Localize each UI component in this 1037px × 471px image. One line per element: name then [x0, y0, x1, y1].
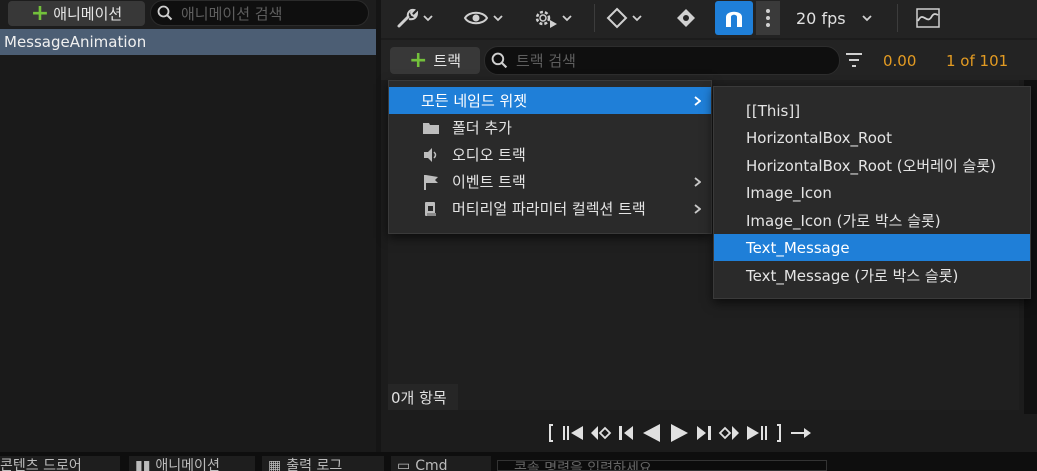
item-count-label: 0개 항목: [388, 384, 458, 410]
fps-dropdown[interactable]: 20 fps: [796, 2, 872, 34]
skip-to-end-icon[interactable]: [746, 424, 768, 442]
curve-editor-icon: [916, 8, 940, 28]
menu-item-label: 이벤트 트랙: [452, 173, 526, 191]
playback-options-dropdown[interactable]: [532, 2, 572, 34]
tools-dropdown[interactable]: [395, 2, 433, 34]
add-animation-button[interactable]: + 애니메이션: [8, 1, 145, 26]
wrench-icon: [397, 8, 419, 28]
speaker-icon: [424, 148, 437, 162]
chevron-down-icon: [632, 14, 642, 21]
frame-counter: 1 of 101: [946, 52, 1009, 70]
snap-magnet-icon: [726, 11, 742, 27]
animation-name: MessageAnimation: [4, 33, 147, 51]
console-input[interactable]: 콘솔 명령을 입력하세요: [497, 460, 827, 471]
menu-item-event-track[interactable]: 이벤트 트랙: [389, 168, 711, 195]
tab-cmd[interactable]: ▭ Cmd: [391, 456, 491, 471]
view-dropdown[interactable]: [463, 2, 503, 34]
chevron-right-icon: [694, 204, 701, 214]
track-search-input[interactable]: 트랙 검색: [484, 46, 840, 75]
range-end-icon[interactable]: [774, 422, 784, 444]
tab-label: 출력 로그: [286, 458, 343, 471]
current-time[interactable]: 0.00: [883, 52, 916, 70]
next-key-icon[interactable]: [718, 424, 740, 442]
submenu-item-selected[interactable]: Text_Message: [714, 234, 1030, 261]
track-search-placeholder: 트랙 검색: [516, 52, 576, 70]
key-options-dropdown[interactable]: [606, 2, 642, 34]
submenu-item[interactable]: HorizontalBox_Root (오버레이 슬롯): [714, 152, 1030, 179]
submenu-item[interactable]: Text_Message (가로 박스 슬롯): [714, 262, 1030, 289]
animation-search-input[interactable]: 애니메이션 검색: [150, 0, 369, 26]
menu-item-label: 모든 네임드 위젯: [421, 92, 528, 110]
transport-controls: [546, 422, 812, 444]
search-icon: [491, 52, 508, 69]
menu-item-add-folder[interactable]: 폴더 추가: [389, 114, 711, 141]
curve-editor-button[interactable]: [915, 2, 941, 34]
menu-item-label: 오디오 트랙: [452, 146, 526, 164]
eye-icon: [463, 11, 489, 25]
material-collection-icon: [425, 202, 436, 216]
menu-item-material-parameter-collection-track[interactable]: 머티리얼 파라미터 컬렉션 트랙: [389, 195, 711, 222]
loop-arrow-icon[interactable]: [790, 425, 812, 441]
chevron-down-icon: [423, 14, 433, 21]
chevron-down-icon: [562, 14, 572, 21]
submenu-item[interactable]: HorizontalBox_Root: [714, 124, 1030, 151]
previous-key-icon[interactable]: [590, 424, 612, 442]
skip-to-start-icon[interactable]: [562, 424, 584, 442]
add-animation-label: 애니메이션: [53, 5, 123, 23]
snap-options-button[interactable]: [756, 1, 780, 35]
play-icon[interactable]: [668, 423, 690, 443]
tab-label: 콘텐츠 드로어: [0, 458, 82, 471]
tab-content-drawer[interactable]: 콘텐츠 드로어: [0, 456, 120, 471]
log-icon: ▦: [268, 458, 282, 471]
step-back-icon[interactable]: [618, 424, 634, 442]
chevron-right-icon: [694, 96, 701, 106]
menu-item-label: 폴더 추가: [452, 119, 512, 137]
terminal-icon: ▭: [397, 458, 411, 471]
gear-play-icon: [535, 10, 557, 28]
named-widgets-submenu: [[This]] HorizontalBox_Root HorizontalBo…: [713, 86, 1031, 299]
animation-list-item[interactable]: MessageAnimation: [0, 29, 376, 55]
flag-icon: [424, 175, 438, 190]
range-start-icon[interactable]: [546, 422, 556, 444]
tab-animation[interactable]: ▮▮ 애니메이션: [129, 456, 255, 471]
menu-item-all-named-widgets[interactable]: 모든 네임드 위젯: [389, 87, 711, 114]
animation-search-placeholder: 애니메이션 검색: [181, 4, 283, 23]
plus-icon: +: [30, 0, 50, 26]
add-track-label: 트랙: [433, 52, 462, 70]
animations-panel: [0, 0, 376, 452]
toolbar-divider: [897, 4, 898, 32]
folder-icon: [423, 123, 439, 134]
film-icon: ▮▮: [135, 458, 151, 471]
tab-label: Cmd: [415, 458, 448, 471]
more-icon: [766, 9, 770, 27]
submenu-item[interactable]: Image_Icon: [714, 179, 1030, 206]
tab-label: 애니메이션: [155, 458, 220, 471]
submenu-item[interactable]: Image_Icon (가로 박스 슬롯): [714, 207, 1030, 234]
step-forward-icon[interactable]: [696, 424, 712, 442]
play-reverse-icon[interactable]: [640, 423, 662, 443]
menu-item-audio-track[interactable]: 오디오 트랙: [389, 141, 711, 168]
search-icon: [157, 5, 173, 21]
add-track-button[interactable]: + 트랙: [390, 47, 480, 74]
auto-key-button[interactable]: [675, 2, 697, 34]
chevron-down-icon: [493, 14, 503, 21]
filter-icon[interactable]: [844, 51, 864, 69]
keyframe-icon: [606, 7, 628, 29]
plus-icon: +: [408, 47, 428, 73]
submenu-item[interactable]: [[This]]: [714, 97, 1030, 124]
fps-label: 20 fps: [796, 8, 846, 28]
tab-output-log[interactable]: ▦ 출력 로그: [262, 456, 384, 471]
snap-toggle-button[interactable]: [715, 1, 753, 35]
key-icon: [677, 9, 695, 27]
chevron-right-icon: [694, 177, 701, 187]
menu-item-label: 머티리얼 파라미터 컬렉션 트랙: [452, 200, 646, 218]
toolbar-divider: [594, 4, 595, 32]
add-track-menu: 모든 네임드 위젯 폴더 추가 오디오 트랙 이벤트 트랙 머티리얼 파라미터 …: [388, 80, 712, 234]
chevron-down-icon: [861, 14, 872, 21]
